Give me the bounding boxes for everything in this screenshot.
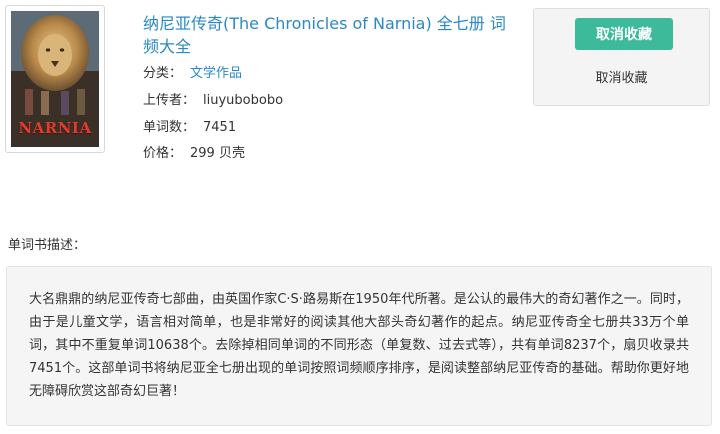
book-title: 纳尼亚传奇(The Chronicles of Narnia) 全七册 词频大全 [143, 14, 506, 56]
unfavorite-button[interactable]: 取消收藏 [575, 18, 673, 50]
unfavorite-link[interactable]: 取消收藏 [534, 67, 709, 86]
uploader-label: 上传者： [143, 93, 196, 108]
wordcount-value: 7451 [203, 120, 237, 135]
description-text: 大名鼎鼎的纳尼亚传奇七部曲，由英国作家C·S·路易斯在1950年代所著。是公认的… [29, 292, 689, 399]
price-value: 299 贝壳 [190, 146, 245, 161]
book-cover-image: NARNIA [11, 11, 99, 147]
wordcount-label: 单词数： [143, 120, 196, 135]
price-row: 价格： 299 贝壳 [143, 145, 245, 163]
cover-title-text: NARNIA [18, 119, 92, 137]
price-label: 价格： [143, 146, 183, 161]
category-link[interactable]: 文学作品 [190, 65, 242, 83]
book-info: 纳尼亚传奇(The Chronicles of Narnia) 全七册 词频大全 [143, 12, 513, 58]
wordcount-row: 单词数： 7451 [143, 119, 236, 137]
favorite-panel: 取消收藏 取消收藏 [533, 8, 710, 106]
description-label: 单词书描述： [8, 238, 87, 253]
category-row: 分类： 文学作品 [143, 65, 242, 83]
uploader-value: liuyubobobo [203, 93, 284, 108]
category-label: 分类： [143, 66, 183, 81]
uploader-row: 上传者： liuyubobobo [143, 92, 283, 110]
description-box: 大名鼎鼎的纳尼亚传奇七部曲，由英国作家C·S·路易斯在1950年代所著。是公认的… [6, 266, 712, 426]
book-cover-frame: NARNIA [5, 5, 105, 153]
